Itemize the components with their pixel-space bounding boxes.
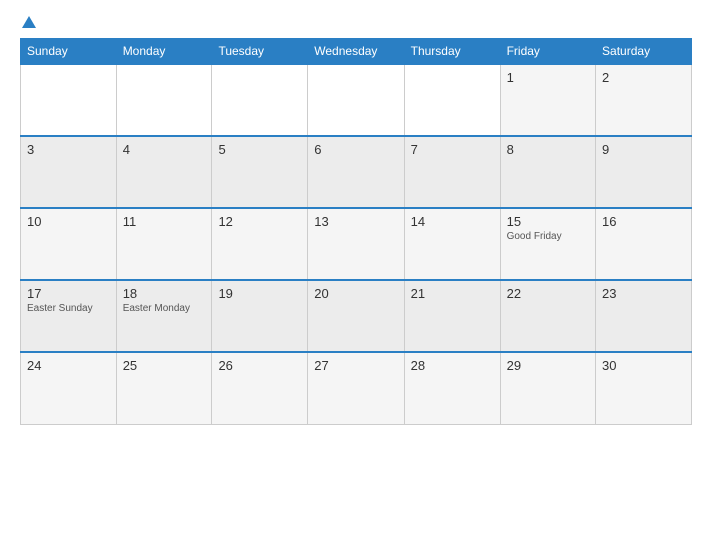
calendar-page: SundayMondayTuesdayWednesdayThursdayFrid… (0, 0, 712, 550)
calendar-cell: 1 (500, 64, 595, 136)
cell-event-label: Easter Monday (123, 303, 206, 314)
day-number: 24 (27, 358, 110, 373)
day-number: 2 (602, 70, 685, 85)
calendar-cell: 23 (596, 280, 692, 352)
calendar-cell: 8 (500, 136, 595, 208)
calendar-cell (308, 64, 404, 136)
calendar-cell: 24 (21, 352, 117, 424)
day-number: 12 (218, 214, 301, 229)
day-number: 20 (314, 286, 397, 301)
weekday-header-saturday: Saturday (596, 39, 692, 65)
calendar-cell (21, 64, 117, 136)
calendar-cell: 18 Easter Monday (116, 280, 212, 352)
week-row-5: 24 25 26 27 28 29 30 (21, 352, 692, 424)
calendar-cell: 2 (596, 64, 692, 136)
calendar-cell: 7 (404, 136, 500, 208)
calendar-cell: 9 (596, 136, 692, 208)
day-number: 4 (123, 142, 206, 157)
day-number: 21 (411, 286, 494, 301)
cell-event-label: Good Friday (507, 231, 589, 242)
calendar-cell: 6 (308, 136, 404, 208)
calendar-cell: 29 (500, 352, 595, 424)
calendar-cell: 20 (308, 280, 404, 352)
day-number: 27 (314, 358, 397, 373)
day-number: 16 (602, 214, 685, 229)
week-row-2: 3456789 (21, 136, 692, 208)
weekday-header-monday: Monday (116, 39, 212, 65)
calendar-cell: 27 (308, 352, 404, 424)
day-number: 29 (507, 358, 589, 373)
day-number: 5 (218, 142, 301, 157)
weekday-header-row: SundayMondayTuesdayWednesdayThursdayFrid… (21, 39, 692, 65)
cell-event-label: Easter Sunday (27, 303, 110, 314)
calendar-cell (212, 64, 308, 136)
weekday-header-friday: Friday (500, 39, 595, 65)
week-row-3: 10 11 12 13 14 15 Good Friday 16 (21, 208, 692, 280)
day-number: 15 (507, 214, 589, 229)
day-number: 10 (27, 214, 110, 229)
logo (20, 16, 36, 28)
calendar-cell: 17 Easter Sunday (21, 280, 117, 352)
day-number: 30 (602, 358, 685, 373)
calendar-cell: 25 (116, 352, 212, 424)
calendar-cell: 11 (116, 208, 212, 280)
day-number: 19 (218, 286, 301, 301)
week-row-4: 17 Easter Sunday 18 Easter Monday 19 20 21 22 23 (21, 280, 692, 352)
calendar-cell: 22 (500, 280, 595, 352)
day-number: 9 (602, 142, 685, 157)
week-row-1: 12 (21, 64, 692, 136)
calendar-cell: 13 (308, 208, 404, 280)
day-number: 22 (507, 286, 589, 301)
calendar-cell: 14 (404, 208, 500, 280)
calendar-cell: 3 (21, 136, 117, 208)
day-number: 6 (314, 142, 397, 157)
day-number: 18 (123, 286, 206, 301)
day-number: 23 (602, 286, 685, 301)
calendar-cell: 4 (116, 136, 212, 208)
calendar-cell: 5 (212, 136, 308, 208)
day-number: 17 (27, 286, 110, 301)
day-number: 26 (218, 358, 301, 373)
calendar-cell: 26 (212, 352, 308, 424)
weekday-header-thursday: Thursday (404, 39, 500, 65)
calendar-cell: 10 (21, 208, 117, 280)
header (20, 16, 692, 28)
calendar-cell (404, 64, 500, 136)
day-number: 13 (314, 214, 397, 229)
calendar-cell: 28 (404, 352, 500, 424)
day-number: 25 (123, 358, 206, 373)
calendar-cell (116, 64, 212, 136)
calendar-cell: 12 (212, 208, 308, 280)
calendar-cell: 16 (596, 208, 692, 280)
day-number: 1 (507, 70, 589, 85)
calendar-cell: 15 Good Friday (500, 208, 595, 280)
calendar-cell: 30 (596, 352, 692, 424)
calendar-table: SundayMondayTuesdayWednesdayThursdayFrid… (20, 38, 692, 425)
day-number: 7 (411, 142, 494, 157)
calendar-cell: 21 (404, 280, 500, 352)
weekday-header-wednesday: Wednesday (308, 39, 404, 65)
weekday-header-sunday: Sunday (21, 39, 117, 65)
day-number: 14 (411, 214, 494, 229)
logo-triangle-icon (22, 16, 36, 28)
day-number: 8 (507, 142, 589, 157)
weekday-header-tuesday: Tuesday (212, 39, 308, 65)
day-number: 11 (123, 214, 206, 229)
calendar-cell: 19 (212, 280, 308, 352)
day-number: 3 (27, 142, 110, 157)
day-number: 28 (411, 358, 494, 373)
